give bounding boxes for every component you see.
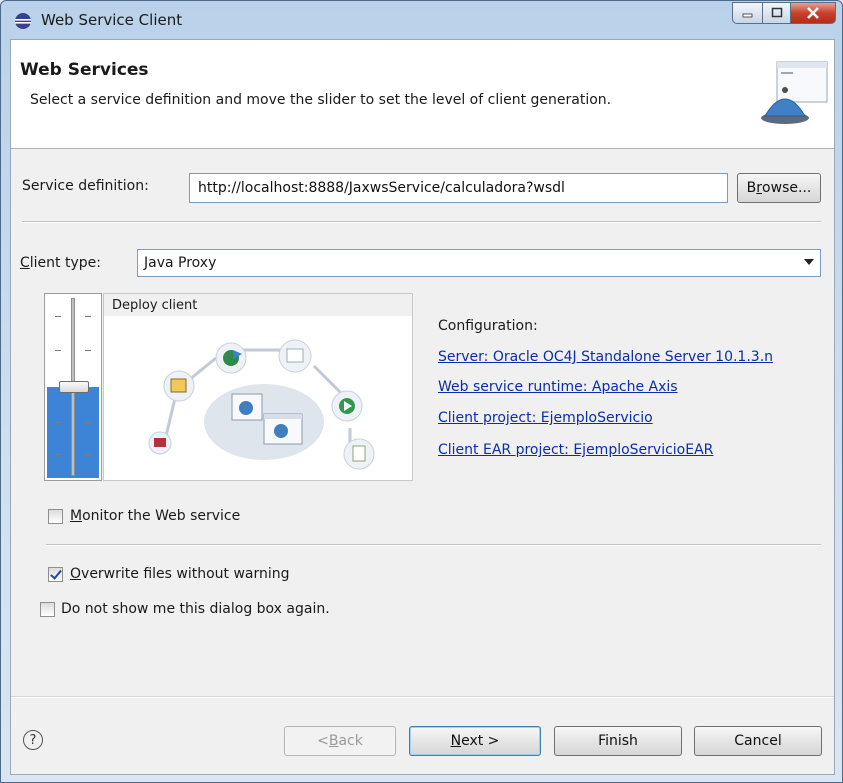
monitor-web-service-checkbox[interactable] [48,509,63,524]
dialog-content: Web Services Select a service definition… [10,39,835,775]
slider-tick [85,316,91,317]
finish-button[interactable]: Finish [554,726,682,756]
web-service-runtime-link[interactable]: Web service runtime: Apache Axis [438,379,678,395]
next-mnemonic: N [450,733,462,749]
window-title: Web Service Client [41,11,183,29]
configuration-title: Configuration: [438,318,538,334]
separator [46,544,821,546]
overwrite-files-checkbox[interactable] [48,567,63,582]
overwrite-label-rest: verwrite files without warning [81,566,290,582]
page-description: Select a service definition and move the… [30,92,612,108]
client-ear-project-link[interactable]: Client EAR project: EjemploServicioEAR [438,442,713,458]
service-definition-label: Service definition: [22,178,149,194]
browse-label-post: owse... [762,180,812,196]
do-not-show-again-checkbox[interactable] [40,602,55,617]
deployment-diagram-illustration [148,339,375,470]
browse-button[interactable]: Br owse... [737,173,821,203]
maximize-button[interactable] [762,2,790,24]
back-label-pre: < [317,733,329,749]
service-bell-icon [761,61,828,124]
back-button[interactable]: < Back [284,726,396,756]
next-label-post: ext > [461,733,500,749]
title-bar[interactable]: Web Service Client [1,1,842,39]
overwrite-files-label: Overwrite files without warning [70,566,290,582]
server-link[interactable]: Server: Oracle OC4J Standalone Server 10… [438,349,773,365]
client-type-value: Java Proxy [144,255,217,271]
minimize-icon [742,13,752,18]
client-type-mnemonic: C [20,255,30,271]
browse-label-pre: B [746,180,757,196]
monitor-label-rest: onitor the Web service [82,508,241,524]
deploy-illustration-panel: Deploy client [103,293,413,481]
service-definition-input[interactable] [189,173,728,203]
caption-buttons [732,2,836,24]
page-title: Web Services [20,60,149,80]
next-button[interactable]: Next > [409,726,541,756]
slider-tick [55,350,61,351]
slider-tick [85,422,91,423]
client-type-label: Client type: [20,255,101,271]
minimize-button[interactable] [732,2,762,24]
deploy-header: Deploy client [104,294,412,316]
close-button[interactable] [790,2,836,24]
client-generation-slider[interactable] [44,293,102,481]
slider-tick [85,454,91,455]
do-not-show-again-label: Do not show me this dialog box again. [61,601,330,617]
slider-tick [55,454,61,455]
close-icon [807,7,819,19]
separator [22,221,821,223]
eclipse-icon [15,13,31,29]
slider-tick [85,350,91,351]
client-type-label-rest: lient type: [29,255,101,271]
slider-thumb[interactable] [59,381,89,393]
back-label-post: ack [338,733,363,749]
client-type-select[interactable]: Java Proxy [137,249,821,277]
slider-level-label: Deploy client [112,298,198,313]
chevron-down-icon [804,259,814,265]
monitor-web-service-label: Monitor the Web service [70,508,240,524]
help-icon[interactable]: ? [23,730,43,750]
overwrite-mnemonic: O [70,566,82,582]
cancel-button[interactable]: Cancel [694,726,822,756]
back-mnemonic: B [328,733,339,749]
maximize-icon [771,7,782,18]
footer-divider [11,696,834,698]
slider-tick [55,422,61,423]
header-banner: Web Services Select a service definition… [11,40,834,149]
dialog-window: Web Service Client Web Services Select a… [0,0,843,783]
monitor-mnemonic: M [70,508,83,524]
slider-tick [55,316,61,317]
client-project-link[interactable]: Client project: EjemploServicio [438,410,653,426]
